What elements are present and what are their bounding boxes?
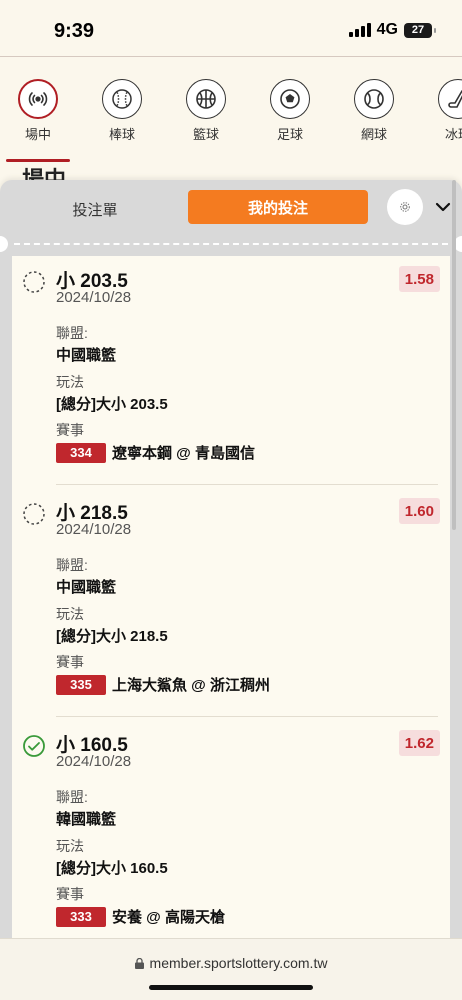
status-right: 4G 27 [348, 21, 436, 39]
league-label: 聯盟: [56, 789, 88, 805]
league-value: 韓國職籃 [56, 811, 117, 828]
odds-badge: 1.58 [398, 266, 440, 292]
soccer-ball-icon [270, 79, 310, 119]
event-teams: 遼寧本鋼 @ 青島國信 [112, 445, 255, 462]
signal-icon [348, 23, 371, 37]
bet-list[interactable]: 小 203.5 2024/10/28 1.58 聯盟: 中國職籃 玩法 [總分]… [12, 256, 450, 938]
market-value: [總分]大小 218.5 [56, 628, 168, 645]
home-indicator[interactable] [149, 985, 313, 990]
check-circle-icon [23, 735, 45, 757]
sport-tab-live[interactable]: 場中 [0, 79, 78, 162]
baseball-icon [102, 79, 142, 119]
league-value: 中國職籃 [56, 579, 117, 596]
sport-tab-tennis[interactable]: 網球 [334, 79, 414, 143]
event-teams: 上海大鯊魚 @ 浙江稠州 [112, 677, 270, 694]
match-number-badge: 333 [56, 906, 106, 927]
tab-bet-slip[interactable]: 投注單 [50, 194, 140, 224]
bet-date: 2024/10/28 [56, 753, 132, 770]
league-value: 中國職籃 [56, 347, 117, 364]
market-label: 玩法 [56, 374, 84, 390]
battery-icon: 27 [404, 22, 436, 38]
status-time: 9:39 [54, 20, 95, 42]
event-teams: 安養 @ 高陽天槍 [112, 909, 225, 926]
market-value: [總分]大小 160.5 [56, 860, 168, 877]
bet-divider [56, 484, 438, 485]
scrollbar[interactable] [452, 180, 456, 530]
league-label: 聯盟: [56, 557, 88, 573]
event-row: 334 遼寧本鋼 @ 青島國信 [56, 442, 255, 463]
odds-badge: 1.62 [398, 730, 440, 756]
ticket-perforation [0, 236, 462, 254]
sport-tab-baseball[interactable]: 棒球 [82, 79, 162, 143]
bet-card[interactable]: 小 160.5 2024/10/28 1.62 聯盟: 韓國職籃 玩法 [總分]… [12, 720, 450, 938]
tab-my-bets[interactable]: 我的投注 [188, 190, 368, 224]
market-value: [總分]大小 203.5 [56, 396, 168, 413]
chevron-down-icon[interactable] [432, 196, 454, 218]
market-label: 玩法 [56, 838, 84, 854]
bet-slip-sheet: 投注單 我的投注 小 203.5 2024/10/28 1.58 聯盟: 中國職… [0, 180, 462, 938]
browser-url-bar[interactable]: member.sportslottery.com.tw [0, 938, 462, 1000]
sport-tab-label: 冰球 [444, 127, 462, 142]
sheet-tabs: 投注單 我的投注 [0, 180, 462, 238]
sport-tab-label: 足球 [276, 127, 303, 142]
league-label: 聯盟: [56, 325, 88, 341]
odds-badge: 1.60 [398, 498, 440, 524]
match-number-badge: 334 [56, 442, 106, 463]
match-number-badge: 335 [56, 674, 106, 695]
live-broadcast-icon [18, 79, 58, 119]
battery-level: 27 [411, 24, 425, 36]
sport-tab-soccer[interactable]: 足球 [250, 79, 330, 143]
bet-date: 2024/10/28 [56, 289, 132, 306]
event-label: 賽事 [56, 886, 84, 902]
sport-tab-hockey[interactable]: 冰球 [418, 79, 462, 143]
bet-card[interactable]: 小 203.5 2024/10/28 1.58 聯盟: 中國職籃 玩法 [總分]… [12, 256, 450, 486]
sport-tab-basketball[interactable]: 籃球 [166, 79, 246, 143]
bet-date: 2024/10/28 [56, 521, 132, 538]
url-text: member.sportslottery.com.tw [149, 955, 328, 971]
market-label: 玩法 [56, 606, 84, 622]
gear-icon[interactable] [387, 189, 423, 225]
pending-status-icon [23, 271, 45, 293]
basketball-icon [186, 79, 226, 119]
sport-nav: 場中 棒球 籃球 足球 網球 冰 [0, 57, 462, 162]
hockey-stick-icon [438, 79, 462, 119]
event-label: 賽事 [56, 422, 84, 438]
tennis-ball-icon [354, 79, 394, 119]
lock-icon [134, 957, 144, 969]
sport-tab-label: 籃球 [192, 127, 219, 142]
pending-status-icon [23, 503, 45, 525]
sport-tab-label: 棒球 [108, 127, 135, 142]
sport-tab-label: 網球 [360, 127, 387, 142]
event-row: 335 上海大鯊魚 @ 浙江稠州 [56, 674, 270, 695]
url-display[interactable]: member.sportslottery.com.tw [0, 955, 462, 971]
event-label: 賽事 [56, 654, 84, 670]
bet-card[interactable]: 小 218.5 2024/10/28 1.60 聯盟: 中國職籃 玩法 [總分]… [12, 488, 450, 718]
sport-tab-label: 場中 [24, 127, 51, 142]
status-bar: 9:39 4G 27 [0, 0, 462, 56]
network-label: 4G [376, 21, 398, 38]
bet-divider [56, 716, 438, 717]
event-row: 333 安養 @ 高陽天槍 [56, 906, 225, 927]
